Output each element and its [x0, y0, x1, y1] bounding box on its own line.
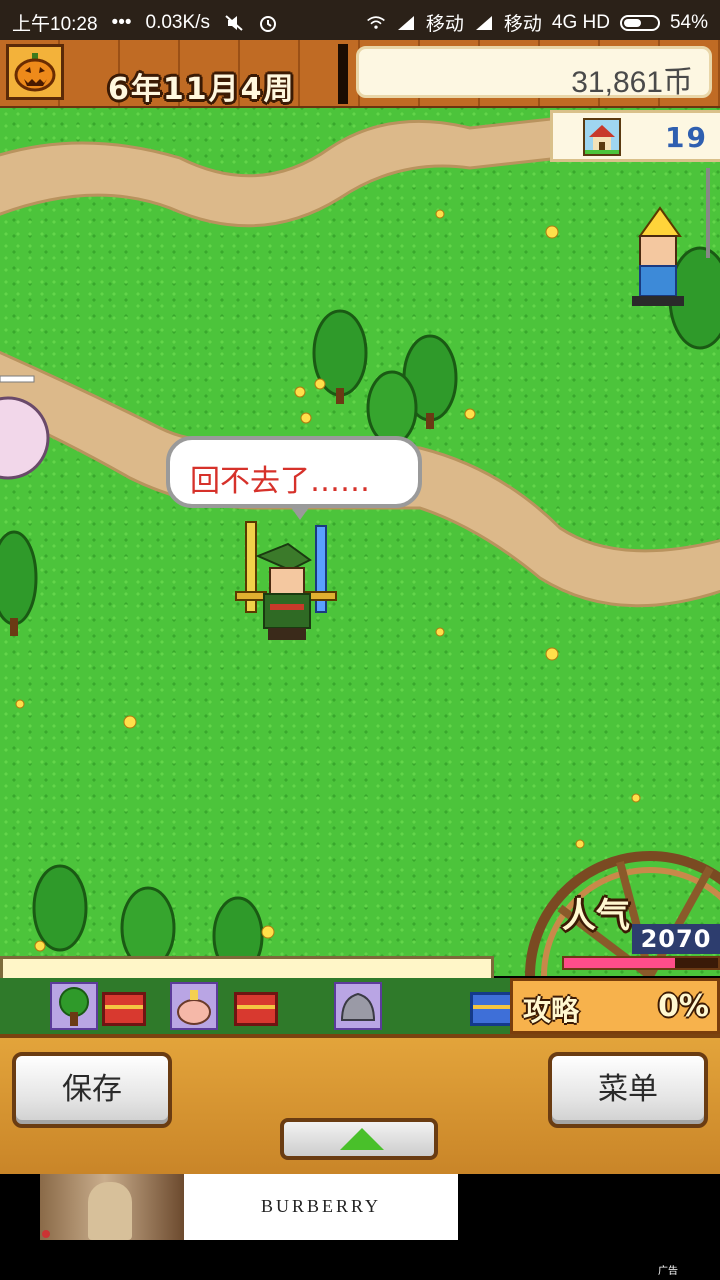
mute-icon [225, 14, 243, 31]
ad-photo[interactable] [40, 1174, 184, 1240]
popularity-bar [562, 956, 720, 970]
town-counter[interactable]: 19 [550, 110, 720, 162]
status-dots: ••• [111, 11, 132, 33]
up-arrow-icon [340, 1128, 384, 1150]
tree [32, 864, 88, 952]
pink-monster-avatar-icon[interactable] [170, 982, 218, 1030]
save-button[interactable]: 保存 [12, 1052, 172, 1128]
tree [312, 309, 368, 404]
signal-icon [397, 15, 414, 30]
guide-value: 0% [658, 989, 709, 1024]
treasure-chest-icon[interactable] [102, 992, 146, 1026]
guide-panel[interactable]: 攻略 0% [510, 978, 720, 1034]
menu-button[interactable]: 菜单 [548, 1052, 708, 1128]
status-carrier-1: 移动 [425, 14, 464, 35]
slime-avatar-icon[interactable] [334, 982, 382, 1030]
guide-label: 攻略 [523, 994, 580, 1027]
speech-tail [290, 506, 310, 520]
pumpkin-icon [14, 53, 56, 92]
ad-person [88, 1182, 132, 1240]
wifi-icon [367, 15, 385, 29]
popularity-value: 2070 [632, 924, 720, 954]
hero-character [235, 521, 337, 640]
popularity-bar-fill [564, 958, 675, 968]
popularity-label: 人气 [562, 896, 630, 936]
expand-button[interactable] [280, 1118, 438, 1160]
tree [0, 530, 38, 636]
character-strip [0, 978, 514, 1034]
game-field[interactable]: 19 回不去了…… 人气 2070 [0, 108, 720, 976]
money-panel: 31,861币 [356, 46, 712, 99]
close-icon[interactable] [42, 1230, 50, 1238]
divider [338, 44, 348, 104]
status-bar: 上午10:28 ••• 0.03K/s 移动 移动 4G HD 54% [0, 0, 720, 40]
tree [366, 370, 418, 446]
signal-icon [475, 15, 492, 30]
ad-brand[interactable]: BURBERRY [184, 1196, 458, 1217]
battery-icon [619, 14, 660, 31]
ad-tag: 广告 [658, 1266, 678, 1277]
money-amount: 31,861币 [571, 66, 693, 99]
status-carrier-2: 移动 [503, 14, 542, 35]
speech-bubble: 回不去了…… [166, 436, 422, 520]
treasure-chest-icon[interactable] [470, 992, 514, 1026]
status-battery: 54% [669, 11, 708, 33]
house-icon [583, 118, 621, 156]
treasure-chest-icon[interactable] [234, 992, 278, 1026]
alarm-icon [259, 15, 276, 32]
game-date: 6年11月4周 [108, 72, 296, 107]
menu-button[interactable] [6, 44, 64, 100]
status-speed: 0.03K/s [145, 11, 210, 33]
town-count: 19 [665, 121, 708, 154]
field-scenery [0, 116, 720, 976]
status-time: 上午10:28 [12, 14, 98, 35]
battery-fill [623, 18, 642, 27]
speech-text: 回不去了…… [190, 464, 370, 499]
status-network: 4G HD [551, 11, 610, 33]
tree-avatar-icon[interactable] [50, 982, 98, 1030]
